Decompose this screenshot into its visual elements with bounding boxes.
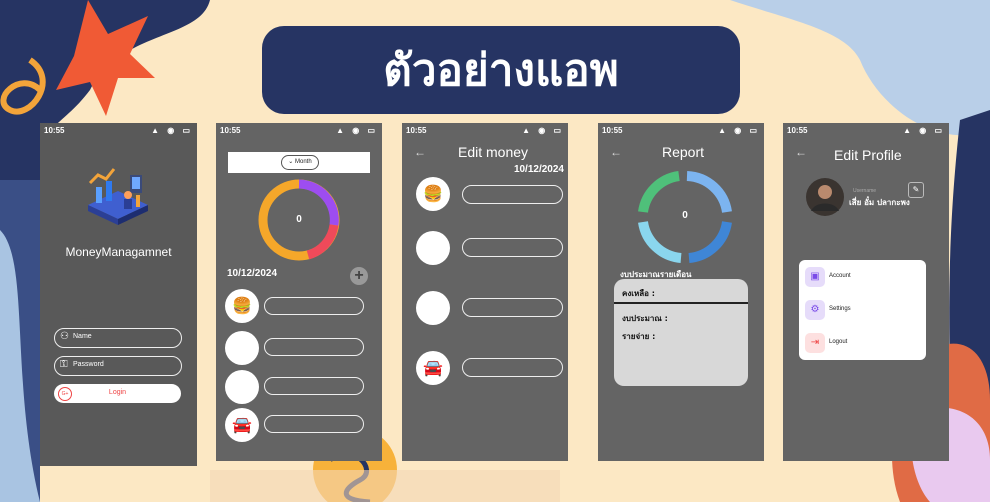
wallet-icon: ▣ [805, 267, 825, 287]
username: เสี่ย อั๋ม ปลากะพง [849, 198, 910, 207]
phone-edit-money-screen: 10:55 ▲ ◉ ▭ ← Edit money 10/12/2024 🍔 🛍 … [402, 123, 568, 461]
status-bar: 10:55 ▲ ◉ ▭ [602, 126, 760, 138]
chevron-down-icon: ⌄ [288, 159, 294, 165]
menu-item-settings[interactable]: ⚙ Settings [805, 299, 921, 321]
name-input[interactable]: ⚇ Name [54, 328, 182, 348]
password-input[interactable]: ⚿ Password [54, 356, 182, 376]
budget-card: คงเหลือ : งบประมาณ : รายจ่าย : [614, 279, 748, 386]
status-time: 10:55 [602, 126, 623, 135]
status-time: 10:55 [44, 126, 65, 135]
password-placeholder: Password [73, 361, 104, 368]
car-icon[interactable]: 🚘 [416, 351, 450, 385]
food-edit-input[interactable] [462, 185, 563, 204]
shopping-icon[interactable]: 🛍 [225, 331, 259, 365]
edit-pencil-icon[interactable]: ✎ [908, 182, 924, 198]
finance-illustration-icon [88, 168, 148, 225]
screen-title: Edit money [458, 144, 529, 160]
menu-label-settings: Settings [829, 306, 851, 312]
menu-item-logout[interactable]: ⇥ Logout [805, 332, 921, 354]
name-placeholder: Name [73, 333, 92, 340]
status-bar: 10:55 ▲ ◉ ▭ [44, 126, 193, 138]
back-arrow-icon[interactable]: ← [414, 145, 426, 159]
shopping-icon[interactable]: 🛍 [416, 231, 450, 265]
banner-title: ตัวอย่างแอพ [383, 45, 619, 96]
menu-item-account[interactable]: ▣ Account [805, 266, 921, 288]
status-time: 10:55 [220, 126, 241, 135]
status-icons: ▲ ◉ ▭ [903, 126, 945, 135]
logout-icon: ⇥ [805, 333, 825, 353]
phone-home-screen: 10:55 ▲ ◉ ▭ ⌄ Month 0 10/12/2024 + 🍔 🛍 ☎… [216, 123, 382, 461]
food-icon[interactable]: 🍔 [416, 177, 450, 211]
status-icons: ▲ ◉ ▭ [522, 126, 564, 135]
status-icons: ▲ ◉ ▭ [718, 126, 760, 135]
phone-report-screen: 10:55 ▲ ◉ ▭ ← Report 0 งบประมาณรายเดือน … [598, 123, 764, 461]
donut-value: 0 [296, 214, 302, 225]
status-icons: ▲ ◉ ▭ [151, 126, 193, 135]
status-bar: 10:55 ▲ ◉ ▭ [406, 126, 564, 138]
user-icon: ⚇ [60, 331, 69, 342]
login-button[interactable]: G+ Login [54, 384, 181, 403]
avatar [806, 178, 844, 216]
username-caption: Username [853, 188, 877, 194]
settings-menu-card: ▣ Account ⚙ Settings ⇥ Logout [799, 260, 926, 360]
status-bar: 10:55 ▲ ◉ ▭ [787, 126, 945, 138]
car-edit-input[interactable] [462, 358, 563, 377]
edit-date: 10/12/2024 [513, 164, 564, 175]
food-amount-input[interactable] [264, 297, 364, 315]
menu-label-account: Account [829, 273, 851, 279]
shopping-amount-input[interactable] [264, 338, 364, 356]
remaining-label: คงเหลือ : [622, 289, 655, 298]
login-label: Login [108, 389, 127, 396]
screen-title: Edit Profile [834, 147, 902, 163]
phone-login-screen: 10:55 ▲ ◉ ▭ MoneyManagamnet ⚇ Name ⚿ Pas… [40, 123, 197, 466]
phone-bill-edit-input[interactable] [462, 298, 563, 317]
phone-bill-icon[interactable]: ☎ [416, 291, 450, 325]
app-name: MoneyManagamnet [65, 245, 172, 259]
budget-label: งบประมาณ : [622, 314, 668, 323]
phone-bill-amount-input[interactable] [264, 377, 364, 395]
current-date: 10/12/2024 [227, 268, 278, 279]
status-bar: 10:55 ▲ ◉ ▭ [220, 126, 378, 138]
phone-bill-icon[interactable]: ☎ [225, 370, 259, 404]
period-dropdown[interactable]: ⌄ Month [281, 155, 319, 170]
card-divider [614, 302, 748, 304]
menu-label-logout: Logout [829, 339, 848, 345]
add-button[interactable]: + [350, 267, 368, 285]
shopping-edit-input[interactable] [462, 238, 563, 257]
status-time: 10:55 [406, 126, 427, 135]
screen-title: Report [662, 144, 705, 160]
status-time: 10:55 [787, 126, 808, 135]
car-amount-input[interactable] [264, 415, 364, 433]
phone-profile-screen: 10:55 ▲ ◉ ▭ ← Edit Profile Username เสี่… [783, 123, 949, 461]
expense-label: รายจ่าย : [622, 332, 656, 341]
back-arrow-icon[interactable]: ← [610, 145, 622, 159]
back-arrow-icon[interactable]: ← [795, 145, 807, 159]
donut-value: 0 [682, 210, 688, 221]
period-selector[interactable]: ⌄ Month [228, 152, 370, 173]
period-label: Month [295, 159, 312, 165]
lock-icon: ⚿ [60, 359, 68, 370]
title-banner: ตัวอย่างแอพ [262, 26, 740, 114]
car-icon[interactable]: 🚘 [225, 408, 259, 442]
gear-icon: ⚙ [805, 300, 825, 320]
status-icons: ▲ ◉ ▭ [336, 126, 378, 135]
food-icon[interactable]: 🍔 [225, 289, 259, 323]
